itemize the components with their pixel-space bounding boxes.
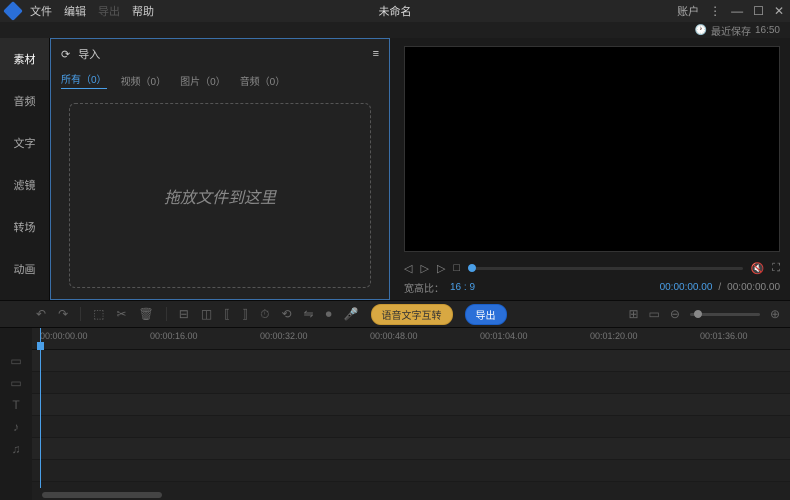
sidebar-item-audio[interactable]: 音频	[0, 80, 49, 122]
media-tab-image[interactable]: 图片（0）	[180, 73, 226, 88]
minimize-button[interactable]: —	[731, 4, 743, 18]
timeline-toolbar: ↶ ↷ ⬚ ✂ 🗑 ⊟ ◫ ⟦ ⟧ ⏱ ⟲ ⇋ ⏺ 🎤 语音文字互转 导出 ⊞ …	[0, 300, 790, 328]
crop-icon[interactable]: ◫	[201, 307, 212, 321]
playhead[interactable]	[40, 328, 41, 488]
time-total: 00:00:00.00	[727, 282, 780, 293]
save-label: 最近保存	[711, 23, 751, 38]
cut-icon[interactable]: ✂	[116, 307, 126, 321]
zoom-out-icon[interactable]: ⊖	[670, 307, 680, 321]
account-link[interactable]: 账户	[677, 3, 699, 19]
import-button[interactable]: 导入	[78, 46, 100, 62]
ruler-tick: 00:01:36.00	[700, 331, 748, 341]
sidebar-item-media[interactable]: 素材	[0, 38, 49, 80]
export-button[interactable]: 导出	[465, 304, 507, 325]
app-logo-icon	[3, 1, 23, 21]
prev-frame-button[interactable]: ◁	[404, 262, 412, 275]
preview-viewport[interactable]	[404, 46, 780, 252]
preview-panel: ◁ ▷ ▷ □ 🔇 ⛶ 宽高比： 16 : 9 00:00:00.00 / 00…	[390, 38, 790, 300]
timeline-scrollbar[interactable]	[42, 492, 162, 498]
fullscreen-icon[interactable]: ⛶	[772, 262, 780, 275]
media-panel: ⟳ 导入 ≡ 所有（0） 视频（0） 图片（0） 音频（0） 拖放文件到这里	[50, 38, 390, 300]
volume-icon[interactable]: 🔇	[751, 262, 765, 275]
mic-icon[interactable]: 🎤	[344, 307, 359, 321]
rotate-icon[interactable]: ⟲	[281, 307, 291, 321]
track-audio-icon[interactable]: ♪	[0, 416, 32, 438]
drop-hint-text: 拖放文件到这里	[164, 184, 276, 208]
menu-bar: 文件 编辑 导出 帮助	[30, 3, 154, 19]
next-frame-button[interactable]: ▷	[437, 262, 445, 275]
window-title: 未命名	[379, 3, 412, 19]
media-tab-video[interactable]: 视频（0）	[121, 73, 167, 88]
drop-zone[interactable]: 拖放文件到这里	[69, 103, 371, 288]
timeline-track[interactable]	[32, 460, 790, 482]
ruler-tick: 00:00:16.00	[150, 331, 198, 341]
menu-help[interactable]: 帮助	[132, 3, 154, 19]
menu-file[interactable]: 文件	[30, 3, 52, 19]
timeline: ▭ ▭ T ♪ ♫ 00:00:00.00 00:00:16.00 00:00:…	[0, 328, 790, 500]
ruler-tick: 00:00:32.00	[260, 331, 308, 341]
time-current: 00:00:00.00	[660, 282, 713, 293]
menu-edit[interactable]: 编辑	[64, 3, 86, 19]
zoom-in-icon[interactable]: ⊕	[770, 307, 780, 321]
save-status-bar: 🕐 最近保存 16:50	[0, 22, 790, 38]
mirror-icon[interactable]: ⇋	[304, 307, 314, 321]
media-tab-all[interactable]: 所有（0）	[61, 71, 107, 89]
ruler-tick: 00:00:48.00	[370, 331, 418, 341]
media-tab-audio[interactable]: 音频（0）	[240, 73, 286, 88]
stop-button[interactable]: □	[453, 262, 460, 274]
track-music-icon[interactable]: ♫	[0, 438, 32, 460]
ratio-label: 宽高比：	[404, 280, 444, 295]
timeline-track[interactable]	[32, 350, 790, 372]
list-view-icon[interactable]: ≡	[373, 48, 379, 60]
time-ruler[interactable]: 00:00:00.00 00:00:16.00 00:00:32.00 00:0…	[32, 328, 790, 350]
timeline-track[interactable]	[32, 416, 790, 438]
close-button[interactable]: ✕	[774, 4, 784, 18]
undo-icon[interactable]: ↶	[36, 307, 46, 321]
sidebar-item-filter[interactable]: 滤镜	[0, 164, 49, 206]
import-icon[interactable]: ⟳	[61, 48, 70, 61]
sidebar-item-transition[interactable]: 转场	[0, 206, 49, 248]
timeline-track[interactable]	[32, 438, 790, 460]
delete-icon[interactable]: 🗑	[139, 307, 154, 321]
ratio-value[interactable]: 16 : 9	[450, 282, 475, 293]
mark-in-icon[interactable]: ⟦	[224, 307, 230, 321]
timeline-body[interactable]: 00:00:00.00 00:00:16.00 00:00:32.00 00:0…	[32, 328, 790, 500]
sidebar-item-animation[interactable]: 动画	[0, 248, 49, 290]
sidebar-item-text[interactable]: 文字	[0, 122, 49, 164]
clock-icon: 🕐	[695, 25, 707, 36]
title-bar: 文件 编辑 导出 帮助 未命名 账户 ⋮ — ☐ ✕	[0, 0, 790, 22]
track-overlay-icon[interactable]: ▭	[0, 372, 32, 394]
record-icon[interactable]: ⏺	[326, 307, 332, 322]
track-video-icon[interactable]: ▭	[0, 350, 32, 372]
preview-seek-slider[interactable]	[468, 267, 743, 270]
maximize-button[interactable]: ☐	[753, 4, 764, 18]
select-icon[interactable]: ⬚	[93, 307, 104, 321]
redo-icon[interactable]: ↷	[58, 307, 68, 321]
ruler-tick: 00:01:04.00	[480, 331, 528, 341]
mark-out-icon[interactable]: ⟧	[242, 307, 248, 321]
ruler-tick: 00:00:00.00	[40, 331, 88, 341]
more-icon[interactable]: ⋮	[709, 4, 721, 18]
timeline-track[interactable]	[32, 394, 790, 416]
sidebar: 素材 音频 文字 滤镜 转场 动画	[0, 38, 50, 300]
track-text-icon[interactable]: T	[0, 394, 32, 416]
menu-export[interactable]: 导出	[98, 3, 120, 19]
save-time: 16:50	[755, 25, 780, 36]
snap-icon[interactable]: ⊞	[628, 307, 638, 321]
timeline-track[interactable]	[32, 372, 790, 394]
zoom-slider[interactable]	[690, 313, 760, 316]
speech-to-text-button[interactable]: 语音文字互转	[371, 304, 453, 325]
ruler-tick: 00:01:20.00	[590, 331, 638, 341]
fit-icon[interactable]: ▭	[649, 307, 660, 321]
play-button[interactable]: ▷	[420, 262, 428, 275]
split-icon[interactable]: ⊟	[179, 307, 189, 321]
track-headers: ▭ ▭ T ♪ ♫	[0, 328, 32, 500]
speed-icon[interactable]: ⏱	[260, 307, 269, 322]
time-separator: /	[718, 282, 721, 293]
